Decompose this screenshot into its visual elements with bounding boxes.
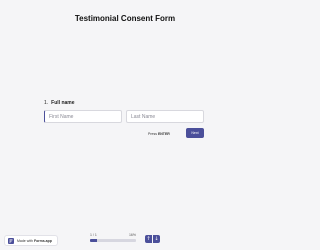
progress-percent: 16% (128, 233, 136, 237)
badge-brand: Forms.app (33, 238, 52, 243)
chevron-up-icon[interactable]: ↑ (145, 235, 152, 243)
badge-prefix: Made with (17, 238, 33, 243)
chevron-down-icon[interactable]: ↓ (153, 235, 160, 243)
progress-fill (90, 239, 98, 242)
form-title: Testimonial Consent Form (74, 14, 176, 23)
made-with-badge[interactable]: Made with Forms.app (4, 235, 58, 246)
progress: 1 / 1 16% (90, 233, 136, 242)
progress-count: 1 / 1 (90, 233, 97, 237)
forms-app-logo-icon (8, 237, 14, 244)
press-prefix: Press (148, 132, 157, 136)
last-name-input[interactable] (126, 110, 204, 123)
question-number: 1. (44, 100, 49, 106)
press-enter-hint: Press ENTER (148, 132, 170, 136)
next-button[interactable]: Next (186, 128, 204, 138)
question-label: 1. Full name (44, 100, 75, 106)
progress-track (90, 239, 136, 242)
question-text: Full name (51, 100, 75, 106)
first-name-input[interactable] (44, 110, 122, 123)
press-key: ENTER (157, 132, 170, 136)
